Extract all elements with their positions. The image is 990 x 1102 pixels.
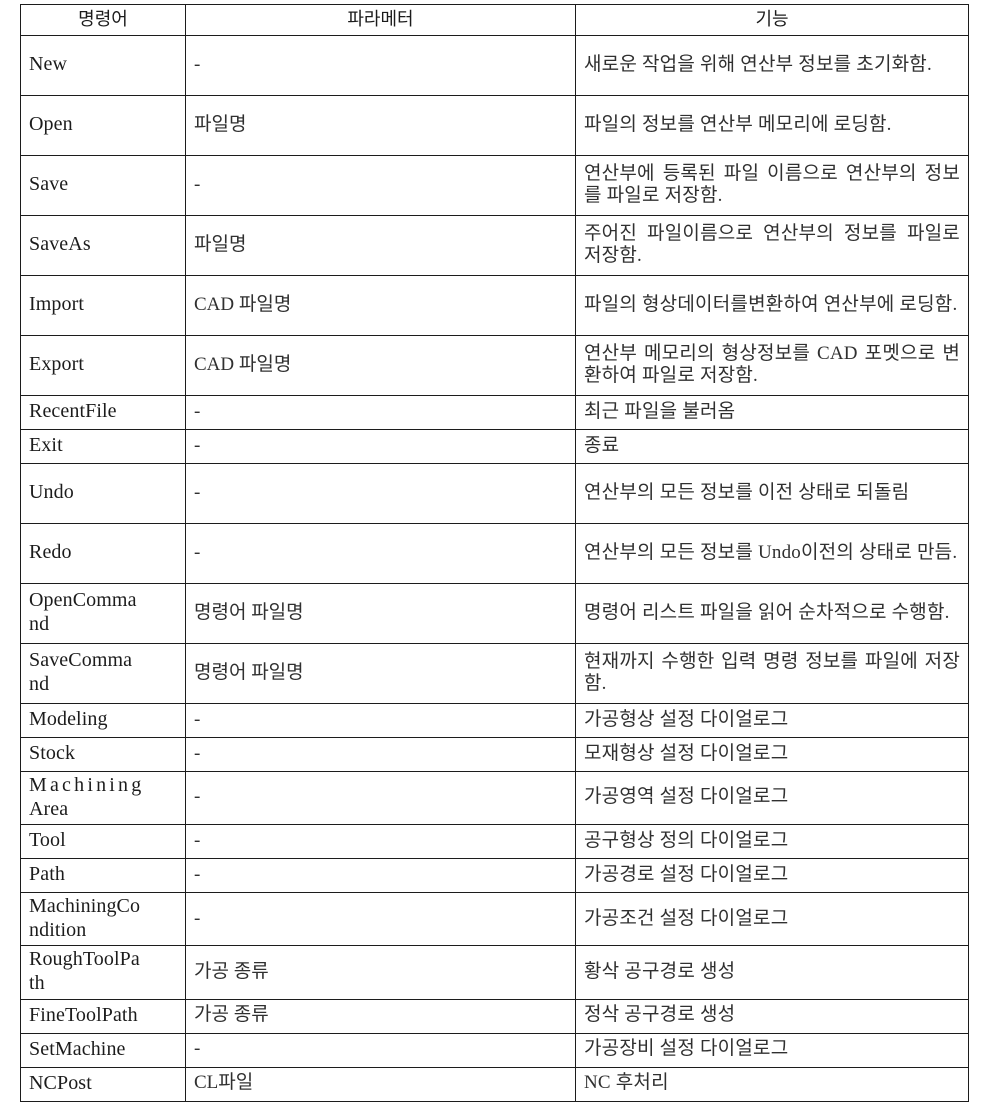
cell-parameter: - <box>185 824 576 860</box>
cell-command-name: Import <box>20 275 186 336</box>
cell-command-name: Export <box>20 335 186 396</box>
cell-parameter: - <box>185 395 576 430</box>
cell-command-name: MachiningCo ndition <box>20 892 186 947</box>
cell-parameter: 파일명 <box>185 215 576 276</box>
cell-function: 파일의 정보를 연산부 메모리에 로딩함. <box>575 95 969 156</box>
cell-function: 종료 <box>575 429 969 464</box>
table-row: Path - 가공경로 설정 다이얼로그 <box>20 858 969 894</box>
cell-command-name: SaveAs <box>20 215 186 276</box>
cell-command-name: RecentFile <box>20 395 186 430</box>
cell-function: 모재형상 설정 다이얼로그 <box>575 737 969 772</box>
cell-command-name: Tool <box>20 824 186 860</box>
table-row: RoughToolPa th 가공 종류 황삭 공구경로 생성 <box>20 945 969 1000</box>
cell-parameter: - <box>185 737 576 772</box>
cell-function: 황삭 공구경로 생성 <box>575 945 969 1000</box>
cell-parameter: - <box>185 523 576 584</box>
cell-parameter: - <box>185 1032 576 1068</box>
cell-command-name: NCPost <box>20 1066 186 1102</box>
cell-function: 파일의 형상데이터를변환하여 연산부에 로딩함. <box>575 275 969 336</box>
cell-function: 현재까지 수행한 입력 명령 정보를 파일에 저장함. <box>575 643 969 704</box>
cell-parameter: 명령어 파일명 <box>185 583 576 644</box>
cell-command-name: SetMachine <box>20 1032 186 1068</box>
cell-parameter: CL파일 <box>185 1066 576 1102</box>
table-row: Exit - 종료 <box>20 429 969 464</box>
cell-function: 연산부 메모리의 형상정보를 CAD 포멧으로 변환하여 파일로 저장함. <box>575 335 969 396</box>
cell-command-name: Open <box>20 95 186 156</box>
cell-function: 최근 파일을 불러옴 <box>575 395 969 430</box>
column-header-command: 명령어 <box>20 4 186 36</box>
cell-command-name: New <box>20 35 186 96</box>
cell-function: 연산부의 모든 정보를 이전 상태로 되돌림 <box>575 463 969 524</box>
table-header-row: 명령어 파라메터 기능 <box>20 4 969 36</box>
cell-function: 가공경로 설정 다이얼로그 <box>575 858 969 894</box>
cell-command-name: Stock <box>20 737 186 772</box>
table-row: Redo - 연산부의 모든 정보를 Undo이전의 상태로 만듬. <box>20 523 969 584</box>
cell-command-name: Redo <box>20 523 186 584</box>
table-row: Undo - 연산부의 모든 정보를 이전 상태로 되돌림 <box>20 463 969 524</box>
table-row: Machining Area - 가공영역 설정 다이얼로그 <box>20 770 969 826</box>
cell-command-name: Undo <box>20 463 186 524</box>
cell-parameter: - <box>185 463 576 524</box>
table-row: Save - 연산부에 등록된 파일 이름으로 연산부의 정보를 파일로 저장함. <box>20 155 969 216</box>
command-reference-table: 명령어 파라메터 기능 New - 새로운 작업을 위해 연산부 정보를 초기화함.… <box>20 4 969 1102</box>
table-row: Import CAD 파일명 파일의 형상데이터를변환하여 연산부에 로딩함. <box>20 275 969 336</box>
cell-command-name: Modeling <box>20 703 186 738</box>
cell-function: 주어진 파일이름으로 연산부의 정보를 파일로 저장함. <box>575 215 969 276</box>
table-row: SaveComma nd 명령어 파일명 현재까지 수행한 입력 명령 정보를 파일에… <box>20 643 969 704</box>
column-header-parameter: 파라메터 <box>185 4 576 36</box>
table-row: Open 파일명 파일의 정보를 연산부 메모리에 로딩함. <box>20 95 969 156</box>
table-row: SaveAs 파일명 주어진 파일이름으로 연산부의 정보를 파일로 저장함. <box>20 215 969 276</box>
cell-function: 가공형상 설정 다이얼로그 <box>575 703 969 738</box>
cell-function: 새로운 작업을 위해 연산부 정보를 초기화함. <box>575 35 969 96</box>
table-body: New - 새로운 작업을 위해 연산부 정보를 초기화함. Open 파일명 파일의 정… <box>20 35 969 1102</box>
cell-function: NC 후처리 <box>575 1066 969 1102</box>
cell-parameter: - <box>185 770 576 826</box>
table-row: Stock - 모재형상 설정 다이얼로그 <box>20 737 969 772</box>
cell-parameter: 가공 종류 <box>185 945 576 1000</box>
cell-function: 가공장비 설정 다이얼로그 <box>575 1032 969 1068</box>
cell-function: 정삭 공구경로 생성 <box>575 998 969 1034</box>
cell-command-name: OpenComma nd <box>20 583 186 644</box>
table-header: 명령어 파라메터 기능 <box>20 4 969 36</box>
cell-parameter: - <box>185 35 576 96</box>
cell-command-name: Save <box>20 155 186 216</box>
cell-parameter: 명령어 파일명 <box>185 643 576 704</box>
cell-parameter: 파일명 <box>185 95 576 156</box>
table-row: FineToolPath 가공 종류 정삭 공구경로 생성 <box>20 998 969 1034</box>
cell-function: 공구형상 정의 다이얼로그 <box>575 824 969 860</box>
table-row: Modeling - 가공형상 설정 다이얼로그 <box>20 703 969 738</box>
table-row: Tool - 공구형상 정의 다이얼로그 <box>20 824 969 860</box>
cell-function: 연산부의 모든 정보를 Undo이전의 상태로 만듬. <box>575 523 969 584</box>
cell-function: 연산부에 등록된 파일 이름으로 연산부의 정보를 파일로 저장함. <box>575 155 969 216</box>
cell-parameter: 가공 종류 <box>185 998 576 1034</box>
cell-parameter: CAD 파일명 <box>185 275 576 336</box>
cell-command-name: Machining Area <box>20 770 186 826</box>
cell-parameter: - <box>185 703 576 738</box>
cell-function: 가공영역 설정 다이얼로그 <box>575 770 969 826</box>
cell-parameter: - <box>185 892 576 947</box>
cell-parameter: CAD 파일명 <box>185 335 576 396</box>
column-header-function: 기능 <box>575 4 969 36</box>
cell-function: 명령어 리스트 파일을 읽어 순차적으로 수행함. <box>575 583 969 644</box>
cell-function: 가공조건 설정 다이얼로그 <box>575 892 969 947</box>
cell-parameter: - <box>185 429 576 464</box>
cell-parameter: - <box>185 858 576 894</box>
table-row: RecentFile - 최근 파일을 불러옴 <box>20 395 969 430</box>
table-row: NCPost CL파일 NC 후처리 <box>20 1066 969 1102</box>
cell-command-name: FineToolPath <box>20 998 186 1034</box>
table-row: MachiningCo ndition - 가공조건 설정 다이얼로그 <box>20 892 969 947</box>
cell-command-name: RoughToolPa th <box>20 945 186 1000</box>
cell-command-name: SaveComma nd <box>20 643 186 704</box>
table-row: New - 새로운 작업을 위해 연산부 정보를 초기화함. <box>20 35 969 96</box>
table-row: SetMachine - 가공장비 설정 다이얼로그 <box>20 1032 969 1068</box>
document-page: 명령어 파라메터 기능 New - 새로운 작업을 위해 연산부 정보를 초기화함.… <box>0 0 990 1102</box>
cell-command-name: Path <box>20 858 186 894</box>
cell-command-name: Exit <box>20 429 186 464</box>
cell-parameter: - <box>185 155 576 216</box>
table-row: Export CAD 파일명 연산부 메모리의 형상정보를 CAD 포멧으로 변환하… <box>20 335 969 396</box>
table-row: OpenComma nd 명령어 파일명 명령어 리스트 파일을 읽어 순차적으로 수… <box>20 583 969 644</box>
